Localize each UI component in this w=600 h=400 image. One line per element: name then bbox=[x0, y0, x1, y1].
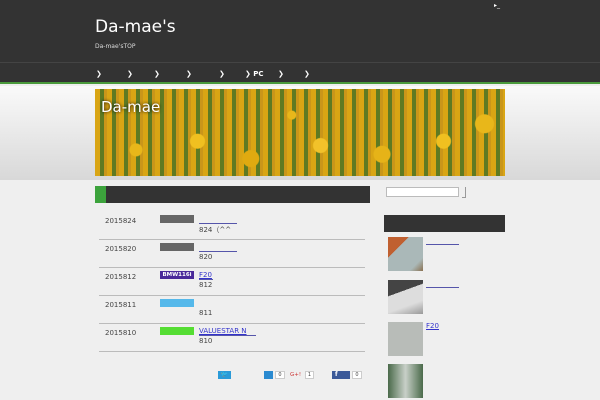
facebook-share-button[interactable]: f bbox=[332, 371, 350, 379]
post-excerpt: 812 bbox=[199, 281, 213, 289]
gplus-button[interactable]: G+! bbox=[290, 371, 304, 379]
post-date: 2015824 bbox=[105, 217, 137, 225]
post-category[interactable] bbox=[160, 215, 194, 223]
nav-item[interactable]: ❯ bbox=[96, 70, 102, 78]
recent-post-link[interactable] bbox=[426, 237, 459, 245]
nav-item[interactable]: ❯ bbox=[127, 70, 133, 78]
post-thumbnail[interactable] bbox=[388, 322, 423, 356]
banner-title: Da-mae bbox=[101, 98, 161, 116]
post-category[interactable] bbox=[160, 299, 194, 307]
post-excerpt: 810 bbox=[199, 337, 213, 345]
sunflower-banner-image[interactable]: Da-mae bbox=[95, 89, 505, 176]
facebook-count: 0 bbox=[352, 371, 362, 379]
post-thumbnail[interactable] bbox=[388, 237, 423, 271]
post-item: 2015820 820 bbox=[99, 240, 365, 268]
nav-item-pc[interactable]: ❯ PC bbox=[245, 70, 264, 78]
post-thumbnail[interactable] bbox=[388, 280, 423, 314]
post-link[interactable] bbox=[199, 243, 237, 252]
search-input[interactable] bbox=[386, 187, 459, 197]
nav-item[interactable]: ❯ bbox=[154, 70, 160, 78]
post-date: 2015811 bbox=[105, 301, 137, 309]
post-item: 2015824 824（^^ bbox=[99, 212, 365, 240]
post-link[interactable]: VALUESTAR N bbox=[199, 327, 256, 336]
recent-post-link[interactable] bbox=[426, 280, 459, 288]
header-accent bbox=[95, 186, 106, 203]
post-date: 2015810 bbox=[105, 329, 137, 337]
post-excerpt: 824（^^ bbox=[199, 226, 232, 234]
recent-post-link[interactable] bbox=[426, 364, 459, 372]
post-thumbnail[interactable] bbox=[388, 364, 423, 398]
post-date: 2015812 bbox=[105, 273, 137, 281]
hatena-count: 0 bbox=[275, 371, 285, 379]
post-excerpt: 811 bbox=[199, 309, 213, 317]
nav-item[interactable]: ❯ bbox=[304, 70, 310, 78]
nav-item[interactable]: ❯ bbox=[219, 70, 225, 78]
post-link[interactable]: F20 bbox=[199, 271, 213, 280]
nav-item[interactable]: ❯ bbox=[278, 70, 284, 78]
post-category[interactable] bbox=[160, 243, 194, 251]
search-button[interactable] bbox=[462, 187, 466, 198]
post-item: 2015811 811 bbox=[99, 296, 365, 324]
nav-item[interactable]: ❯ bbox=[186, 70, 192, 78]
gplus-count: 1 bbox=[305, 371, 314, 379]
post-date: 2015820 bbox=[105, 245, 137, 253]
top-link[interactable]: ▸_ bbox=[494, 2, 500, 9]
site-title[interactable]: Da-mae's bbox=[95, 17, 176, 37]
post-item: 2015810 VALUESTAR N 810 bbox=[99, 324, 365, 352]
site-header: Da-mae's Da-mae'sTOP ▸_ bbox=[0, 0, 600, 62]
sidebar-section-header bbox=[384, 215, 505, 232]
twitter-share-button[interactable]: 🐦 bbox=[218, 371, 231, 379]
post-item: 2015812 BMW116i F20 812 bbox=[99, 268, 365, 296]
post-category[interactable]: BMW116i bbox=[160, 271, 194, 279]
post-excerpt: 820 bbox=[199, 253, 213, 261]
main-nav: ❯ ❯ ❯ ❯ ❯ ❯ PC ❯ ❯ bbox=[0, 62, 600, 84]
recent-post-link[interactable]: F20 bbox=[426, 322, 439, 330]
main-section-header bbox=[95, 186, 370, 203]
post-category[interactable] bbox=[160, 327, 194, 335]
site-description: Da-mae'sTOP bbox=[95, 43, 136, 50]
post-link[interactable] bbox=[199, 215, 237, 224]
hatena-bookmark-button[interactable] bbox=[264, 371, 273, 379]
